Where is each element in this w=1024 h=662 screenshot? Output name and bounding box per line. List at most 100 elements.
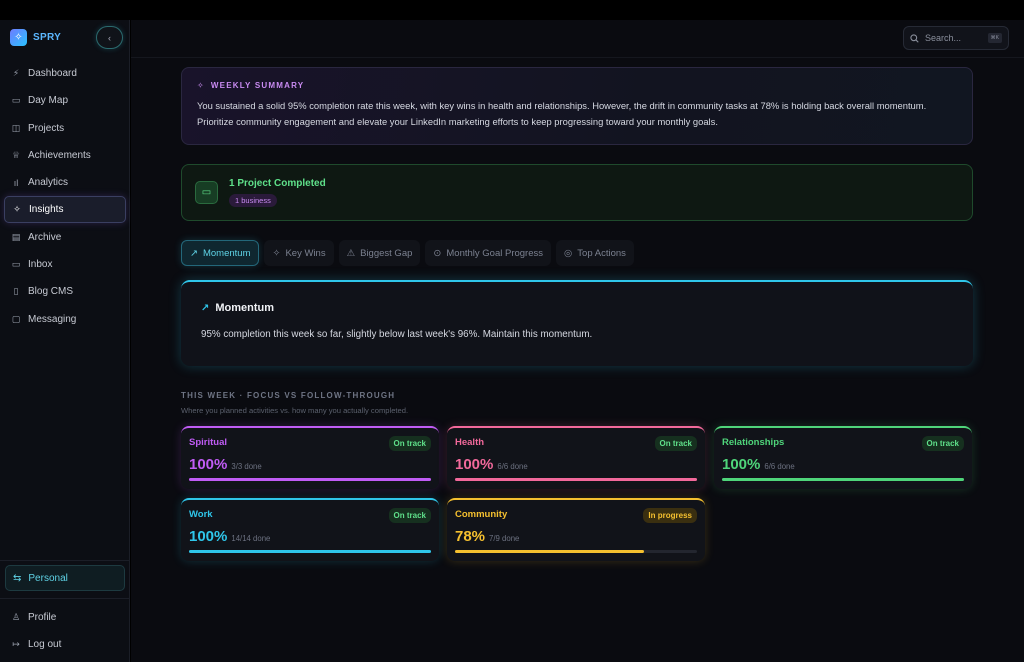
archive-icon: ▤ — [11, 231, 21, 242]
calendar-icon: ▭ — [11, 95, 21, 106]
brand[interactable]: ✧ SPRY — [10, 29, 61, 46]
sidebar-item-analytics[interactable]: ıl Analytics — [4, 169, 126, 196]
sparkle-icon: ✧ — [13, 204, 21, 215]
logout-link[interactable]: ↦ Log out — [4, 631, 124, 657]
weekly-summary-card: ✧ WEEKLY SUMMARY You sustained a solid 9… — [181, 67, 973, 145]
spry-logo-icon: ✧ — [10, 29, 27, 46]
focus-card-health: Health On track 100% 6/6 done — [447, 426, 705, 489]
sidebar-item-label: Projects — [28, 122, 65, 134]
tab-momentum[interactable]: ↗ Momentum — [181, 240, 260, 266]
switch-icon: ⇆ — [13, 572, 22, 584]
collapse-sidebar-button[interactable]: ‹ — [96, 26, 123, 49]
tab-biggest-gap[interactable]: ⚠ Biggest Gap — [338, 240, 421, 266]
sidebar-item-label: Dashboard — [28, 68, 77, 79]
focus-card-percent: 78% — [455, 528, 486, 545]
insight-tabs: ↗ Momentum ✧ Key Wins ⚠ Biggest Gap ⊙ Monthl… — [181, 240, 634, 266]
focus-card-spiritual: Spiritual On track 100% 3/3 done — [181, 426, 439, 489]
sidebar-item-label: Insights — [29, 204, 64, 216]
sidebar-item-blog-cms[interactable]: ▯ Blog CMS — [4, 278, 126, 305]
search-box[interactable]: Search... ⌘K — [903, 26, 1009, 50]
sidebar-item-messaging[interactable]: ▢ Messaging — [4, 306, 126, 333]
focus-section-title: THIS WEEK · FOCUS VS FOLLOW-THROUGH — [181, 391, 396, 400]
folder-check-icon: ▭ — [195, 181, 218, 204]
weekly-summary-text: You sustained a solid 95% completion rat… — [197, 98, 957, 130]
progress-bar — [189, 478, 431, 481]
progress-bar — [455, 478, 697, 481]
sparkle-icon: ✧ — [272, 247, 281, 259]
brand-name: SPRY — [33, 32, 62, 43]
status-badge: On track — [388, 508, 431, 523]
sidebar-item-projects[interactable]: ◫ Projects — [4, 115, 126, 142]
momentum-text: 95% completion this week so far, slightl… — [201, 329, 593, 340]
lightning-icon: ⚡ — [12, 68, 20, 78]
tab-key-wins[interactable]: ✧ Key Wins — [264, 240, 334, 266]
momentum-card: ↗ Momentum 95% completion this week so f… — [181, 280, 973, 366]
progress-fill — [189, 478, 431, 481]
tab-label: Momentum — [202, 247, 251, 259]
focus-card-done: 6/6 done — [497, 462, 528, 471]
chat-icon: ▢ — [11, 313, 21, 324]
sidebar-item-achievements[interactable]: ♕ Achievements — [4, 142, 126, 169]
logout-icon: ↦ — [12, 638, 20, 649]
trending-up-icon: ↗ — [201, 302, 210, 314]
profile-label: Profile — [28, 611, 57, 623]
search-shortcut: ⌘K — [987, 33, 1002, 43]
focus-card-done: 3/3 done — [231, 462, 262, 471]
focus-card-community: Community In progress 78% 7/9 done — [447, 498, 705, 561]
sidebar-item-archive[interactable]: ▤ Archive — [4, 224, 126, 251]
momentum-title: Momentum — [215, 302, 275, 314]
tab-label: Monthly Goal Progress — [446, 247, 543, 259]
status-badge: On track — [388, 436, 431, 451]
sidebar-item-label: Messaging — [28, 313, 77, 325]
status-badge: On track — [654, 436, 697, 451]
tab-label: Key Wins — [285, 247, 326, 259]
projects-completed-title: 1 Project Completed — [229, 177, 326, 189]
focus-card-relationships: Relationships On track 100% 6/6 done — [714, 426, 972, 489]
workspace-switcher[interactable]: ⇆ Personal — [5, 565, 125, 591]
sidebar-item-label: Archive — [28, 231, 62, 243]
progress-fill — [455, 550, 644, 553]
progress-fill — [189, 550, 431, 553]
trophy-icon: ♕ — [11, 149, 21, 160]
inbox-icon: ▭ — [11, 259, 21, 270]
main-header: Search... ⌘K — [131, 20, 1024, 58]
logout-label: Log out — [28, 638, 62, 650]
focus-card-done: 6/6 done — [764, 462, 795, 471]
sidebar-item-insights[interactable]: ✧ Insights — [4, 196, 126, 224]
focus-card-percent: 100% — [189, 528, 228, 545]
sidebar-item-day-map[interactable]: ▭ Day Map — [4, 87, 126, 114]
progress-bar — [722, 478, 964, 481]
user-icon: ♙ — [11, 611, 21, 622]
progress-fill — [722, 478, 964, 481]
sidebar-item-label: Inbox — [28, 259, 53, 271]
sidebar: ✧ SPRY ‹ ⚡ Dashboard ▭ Day Map ◫ Projects ♕… — [0, 20, 130, 662]
sidebar-item-dashboard[interactable]: ⚡ Dashboard — [4, 60, 126, 87]
focus-card-work: Work On track 100% 14/14 done — [181, 498, 439, 561]
projects-icon: ◫ — [11, 122, 21, 133]
search-placeholder: Search... — [925, 33, 962, 43]
weekly-summary-title: WEEKLY SUMMARY — [210, 81, 305, 90]
sidebar-item-inbox[interactable]: ▭ Inbox — [4, 251, 126, 278]
check-circle-icon: ⊙ — [433, 247, 442, 259]
sidebar-item-label: Analytics — [28, 177, 69, 189]
tab-monthly-goal-progress[interactable]: ⊙ Monthly Goal Progress — [425, 240, 551, 266]
sidebar-item-label: Day Map — [28, 95, 69, 107]
search-icon — [910, 33, 919, 43]
focus-card-percent: 100% — [455, 456, 494, 473]
sidebar-nav: ⚡ Dashboard ▭ Day Map ◫ Projects ♕ Achieveme… — [4, 60, 126, 333]
sparkle-icon: ✧ — [197, 81, 205, 90]
focus-card-percent: 100% — [722, 456, 761, 473]
status-badge: In progress — [643, 508, 697, 523]
tab-top-actions[interactable]: ◎ Top Actions — [556, 240, 634, 266]
momentum-heading: ↗ Momentum — [201, 302, 953, 314]
focus-card-done: 14/14 done — [231, 534, 271, 543]
sidebar-item-label: Achievements — [28, 149, 91, 161]
profile-link[interactable]: ♙ Profile — [4, 604, 124, 630]
projects-completed-card: ▭ 1 Project Completed 1 business — [181, 164, 973, 221]
progress-fill — [455, 478, 697, 481]
focus-card-percent: 100% — [189, 456, 228, 473]
progress-bar — [455, 550, 697, 553]
warning-icon: ⚠ — [346, 247, 356, 259]
workspace-label: Personal — [28, 572, 68, 584]
focus-card-done: 7/9 done — [489, 534, 520, 543]
